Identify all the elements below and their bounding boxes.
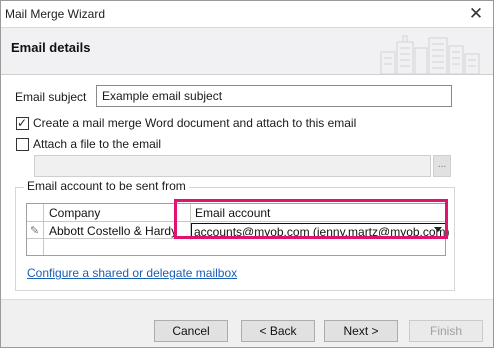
email-account-group: Email account to be sent from Company Em… (15, 179, 455, 291)
close-icon[interactable]: ✕ (467, 5, 485, 23)
browse-file-button: ... (433, 155, 451, 177)
checkmark-icon: ✓ (17, 116, 28, 130)
wizard-footer: Cancel < Back Next > Finish (1, 299, 493, 347)
email-account-grid: Company Email account ✎ Abbott Costello … (26, 203, 450, 256)
email-account-group-legend: Email account to be sent from (24, 179, 189, 193)
attach-file-label: Attach a file to the email (33, 137, 162, 151)
title-bar: Mail Merge Wizard ✕ (1, 1, 493, 27)
column-header-company[interactable]: Company (49, 206, 100, 220)
configure-delegate-mailbox-link[interactable]: Configure a shared or delegate mailbox (27, 266, 237, 280)
column-header-email-account[interactable]: Email account (195, 206, 270, 220)
dropdown-arrow-icon[interactable] (434, 227, 442, 232)
page-title: Email details (11, 40, 91, 55)
wizard-content: Email subject Example email subject ✓ Cr… (1, 75, 493, 299)
pencil-icon: ✎ (30, 225, 40, 237)
company-cell: Abbott Costello & Hardy (49, 224, 178, 238)
cancel-button[interactable]: Cancel (154, 320, 228, 342)
mail-merge-wizard-window: Mail Merge Wizard ✕ Email details Email … (0, 0, 494, 348)
city-buildings-icon (380, 35, 480, 74)
wizard-header: Email details (1, 27, 493, 75)
attach-file-path-input (34, 155, 431, 177)
next-button[interactable]: Next > (324, 320, 398, 342)
create-document-checkbox[interactable]: ✓ (16, 116, 29, 130)
finish-button: Finish (409, 320, 483, 342)
create-document-label: Create a mail merge Word document and at… (33, 116, 357, 130)
attach-file-checkbox[interactable] (16, 138, 29, 151)
email-account-selected-value: accounts@myob.com (jenny.martz@myob.com) (194, 225, 450, 239)
email-subject-input[interactable]: Example email subject (96, 85, 452, 107)
email-account-dropdown[interactable]: accounts@myob.com (jenny.martz@myob.com) (191, 223, 450, 239)
back-button[interactable]: < Back (241, 320, 315, 342)
window-title: Mail Merge Wizard (5, 7, 106, 21)
email-subject-label: Email subject (15, 90, 87, 104)
